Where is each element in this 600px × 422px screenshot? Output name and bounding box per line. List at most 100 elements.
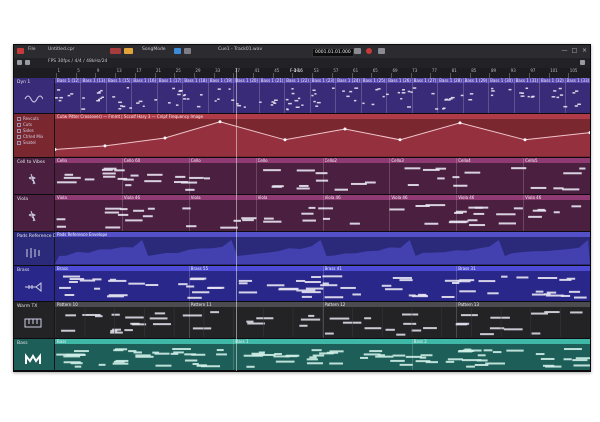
midi-note[interactable] <box>392 354 406 357</box>
midi-note[interactable] <box>563 358 572 361</box>
midi-note[interactable] <box>58 99 62 102</box>
midi-note[interactable] <box>70 93 74 95</box>
midi-note[interactable] <box>473 212 485 215</box>
midi-note[interactable] <box>130 322 140 325</box>
midi-note[interactable] <box>544 311 560 314</box>
midi-note[interactable] <box>314 93 317 95</box>
midi-note[interactable] <box>491 87 494 90</box>
midi-note[interactable] <box>242 219 254 222</box>
midi-note[interactable] <box>247 322 265 325</box>
clip-label[interactable]: Bass 2 <box>414 339 427 344</box>
midi-note[interactable] <box>546 291 557 294</box>
midi-note[interactable] <box>577 103 581 106</box>
midi-note[interactable] <box>476 359 488 362</box>
clip-label[interactable]: Cello <box>191 158 201 163</box>
clip-label[interactable]: Viola 46 <box>124 195 140 200</box>
midi-note[interactable] <box>216 349 224 352</box>
midi-note[interactable] <box>342 90 345 92</box>
midi-note[interactable] <box>553 90 557 92</box>
midi-note[interactable] <box>111 313 120 316</box>
clip-label[interactable]: Bass 1 (13) <box>82 78 104 83</box>
midi-note[interactable] <box>572 92 576 94</box>
clip-label[interactable]: Bass 1 (15) <box>108 78 130 83</box>
midi-note[interactable] <box>369 350 383 353</box>
midi-note[interactable] <box>214 100 217 102</box>
midi-note[interactable] <box>401 92 406 94</box>
midi-note[interactable] <box>120 105 123 107</box>
midi-note[interactable] <box>556 96 560 99</box>
midi-note[interactable] <box>174 181 188 184</box>
clip-label[interactable]: Viola <box>191 195 201 200</box>
midi-note[interactable] <box>304 281 321 284</box>
clip-label[interactable]: Viola <box>258 195 268 200</box>
midi-note[interactable] <box>308 206 316 209</box>
midi-note[interactable] <box>525 87 529 90</box>
midi-note[interactable] <box>252 354 262 357</box>
midi-note[interactable] <box>246 320 254 323</box>
midi-note[interactable] <box>322 217 331 220</box>
midi-note[interactable] <box>456 322 470 325</box>
midi-note[interactable] <box>392 276 412 279</box>
midi-note[interactable] <box>147 207 155 210</box>
track-lane[interactable]: Cutw Pitter Crossover) — Fmmt | Sccolf H… <box>55 114 590 158</box>
midi-note[interactable] <box>382 95 385 98</box>
midi-note[interactable] <box>301 104 304 106</box>
midi-note[interactable] <box>172 348 191 351</box>
midi-note[interactable] <box>273 102 277 104</box>
midi-note[interactable] <box>445 360 455 363</box>
midi-note[interactable] <box>485 362 505 365</box>
clip-label[interactable]: Cutw Pitter Crossover) — Fmmt | Sccolf H… <box>57 114 203 119</box>
automation-checkbox[interactable] <box>17 141 21 145</box>
midi-note[interactable] <box>404 167 421 170</box>
midi-note[interactable] <box>192 327 212 330</box>
midi-note[interactable] <box>288 102 292 105</box>
midi-note[interactable] <box>184 353 197 356</box>
midi-note[interactable] <box>104 211 120 214</box>
maximize-button[interactable]: □ <box>570 47 579 55</box>
midi-note[interactable] <box>128 282 145 285</box>
automation-point[interactable] <box>218 120 222 124</box>
midi-note[interactable] <box>291 88 294 90</box>
midi-note[interactable] <box>316 101 321 104</box>
midi-note[interactable] <box>390 359 405 362</box>
midi-note[interactable] <box>466 365 475 368</box>
midi-note[interactable] <box>63 176 81 179</box>
midi-note[interactable] <box>291 92 295 95</box>
midi-note[interactable] <box>103 175 116 178</box>
midi-note[interactable] <box>138 100 143 103</box>
midi-note[interactable] <box>531 332 541 335</box>
automation-point[interactable] <box>163 136 167 140</box>
midi-note[interactable] <box>238 291 258 294</box>
midi-note[interactable] <box>56 218 66 221</box>
midi-note[interactable] <box>112 362 129 365</box>
midi-note[interactable] <box>477 354 486 357</box>
midi-note[interactable] <box>568 290 581 293</box>
midi-note[interactable] <box>130 174 139 177</box>
midi-note[interactable] <box>469 224 486 227</box>
midi-note[interactable] <box>241 217 257 220</box>
midi-note[interactable] <box>573 296 587 299</box>
menu-label[interactable]: File <box>28 47 36 52</box>
midi-note[interactable] <box>74 365 82 368</box>
midi-note[interactable] <box>407 106 411 108</box>
midi-note[interactable] <box>300 318 321 321</box>
midi-note[interactable] <box>238 279 253 282</box>
midi-note[interactable] <box>403 322 417 325</box>
midi-note[interactable] <box>175 104 179 106</box>
midi-note[interactable] <box>560 294 571 297</box>
midi-note[interactable] <box>469 93 474 95</box>
midi-note[interactable] <box>559 94 564 96</box>
midi-note[interactable] <box>217 98 220 100</box>
midi-note[interactable] <box>492 351 502 354</box>
clip-label[interactable]: Bass 1 (32) <box>541 78 563 83</box>
midi-note[interactable] <box>460 314 478 317</box>
midi-note[interactable] <box>118 101 122 104</box>
midi-note[interactable] <box>152 323 171 326</box>
midi-note[interactable] <box>199 94 203 96</box>
midi-note[interactable] <box>311 276 322 279</box>
midi-note[interactable] <box>530 186 547 189</box>
clip-label[interactable]: Viola 46 <box>458 195 474 200</box>
midi-note[interactable] <box>431 92 435 95</box>
midi-note[interactable] <box>459 279 475 282</box>
midi-note[interactable] <box>537 208 545 211</box>
